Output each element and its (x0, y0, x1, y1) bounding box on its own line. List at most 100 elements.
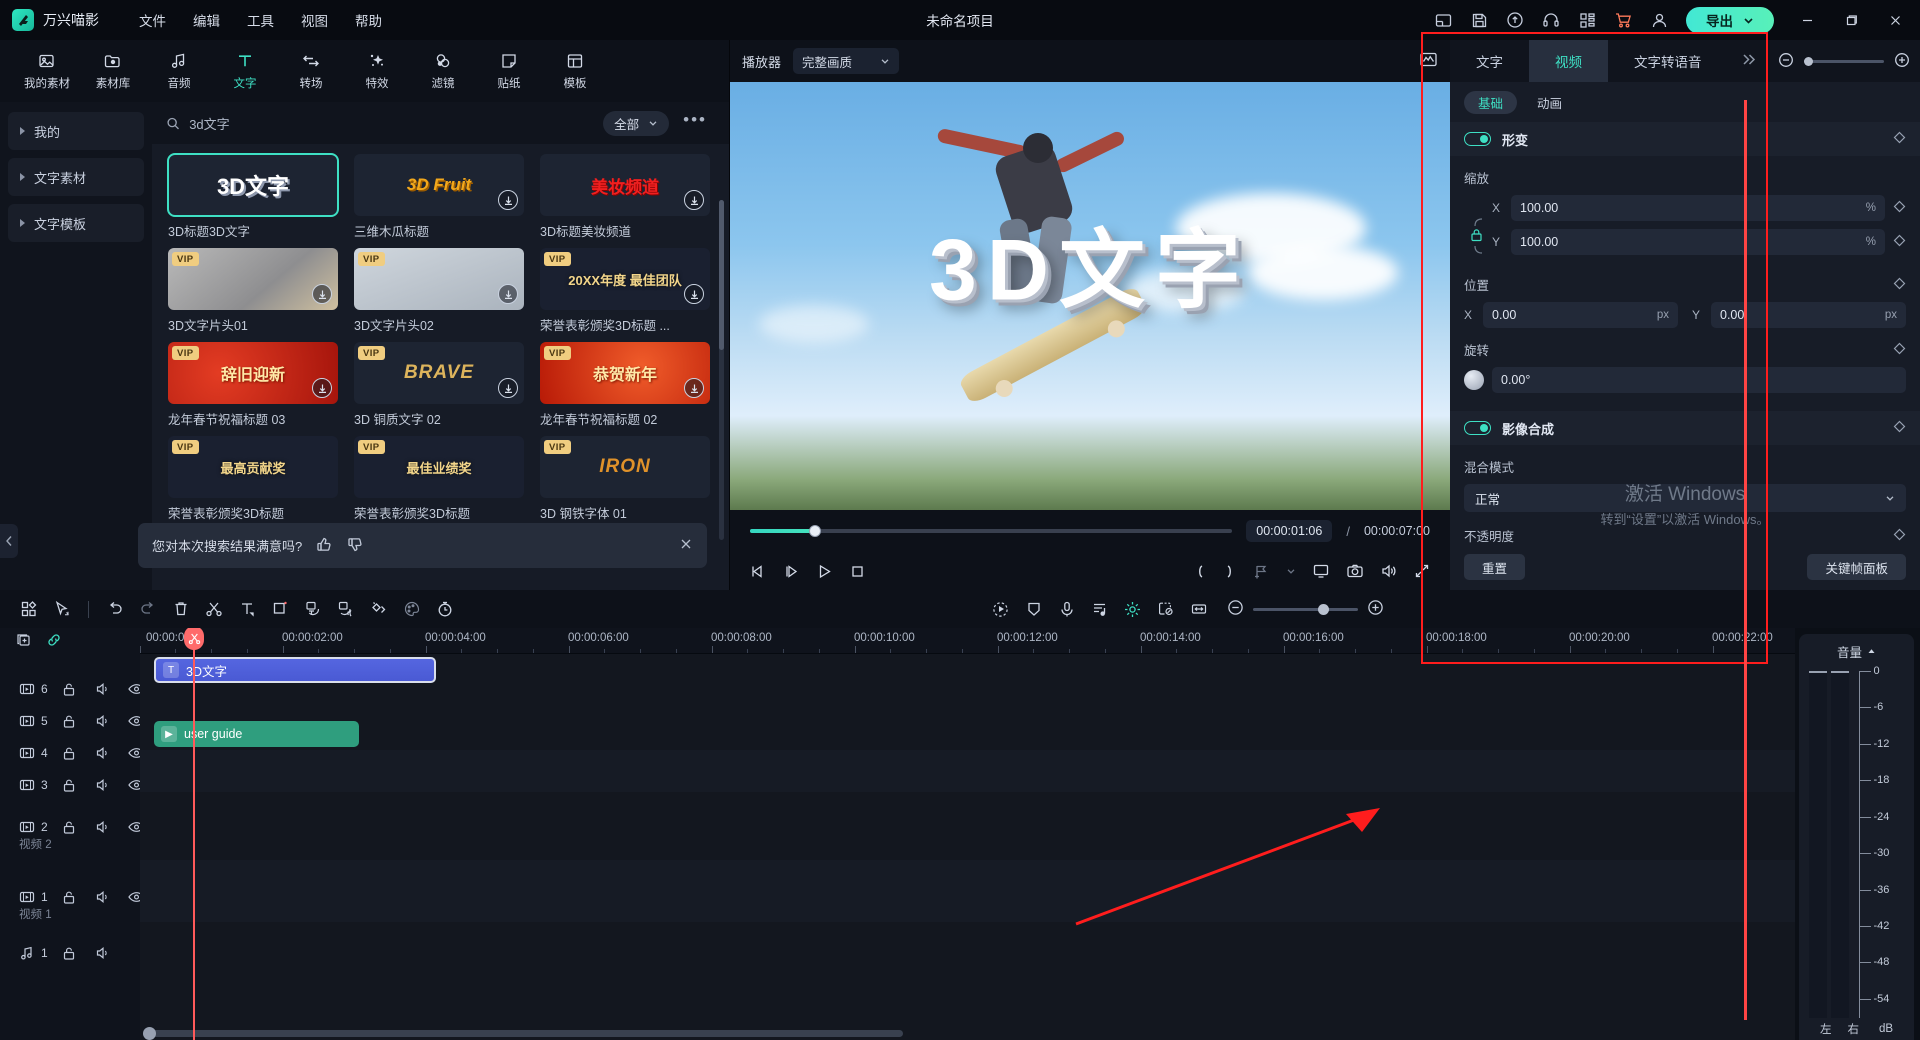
chevrons-right-icon[interactable] (1740, 51, 1757, 71)
auto-caption-icon[interactable] (298, 595, 328, 623)
transform-toggle[interactable] (1464, 132, 1491, 146)
cloud-upload-icon[interactable] (1498, 4, 1532, 36)
asset-card[interactable]: VIP 最佳业绩奖 荣誉表彰颁奖3D标题 (354, 436, 524, 522)
download-icon[interactable] (684, 378, 704, 398)
search-input[interactable] (189, 116, 593, 131)
scale-y-input[interactable]: 100.00 % (1511, 229, 1885, 255)
rotate-input[interactable]: 0.00° (1492, 367, 1906, 393)
grid-apps-icon[interactable] (1570, 4, 1604, 36)
subtab-basic[interactable]: 基础 (1464, 91, 1517, 114)
tts-icon[interactable] (331, 595, 361, 623)
account-icon[interactable] (1642, 4, 1676, 36)
layout-icon[interactable] (1426, 4, 1460, 36)
select-tool-icon[interactable] (47, 595, 77, 623)
mask-icon[interactable] (1019, 595, 1049, 623)
timeline-playhead[interactable] (193, 628, 195, 1040)
mute-icon[interactable] (90, 942, 116, 964)
mute-icon[interactable] (90, 710, 116, 732)
keyframe-diamond-icon[interactable] (1893, 420, 1906, 436)
split-cursor-icon[interactable] (184, 628, 204, 650)
add-track-icon[interactable] (16, 632, 32, 651)
prev-frame-icon[interactable] (750, 563, 767, 580)
keyframe-panel-button[interactable]: 关键帧面板 (1807, 554, 1906, 580)
keyframe-diamond-icon[interactable] (1893, 131, 1906, 147)
color-match-icon[interactable] (364, 595, 394, 623)
keyframe-diamond-icon[interactable] (1893, 277, 1906, 293)
sidebar-item-text-assets[interactable]: 文字素材 (8, 158, 144, 196)
play-icon[interactable] (816, 563, 833, 580)
track-lane-a1[interactable] (140, 922, 1795, 962)
rotation-dial[interactable] (1464, 370, 1484, 390)
quality-dropdown[interactable]: 完整画质 (793, 48, 899, 74)
keyframe-diamond-icon[interactable] (1893, 342, 1906, 358)
timeline-clip-video[interactable]: ▶ user guide (154, 721, 359, 747)
voice-record-icon[interactable] (1052, 595, 1082, 623)
position-x-input[interactable]: 0.00 px (1483, 302, 1678, 328)
playback-progress-slider[interactable] (750, 529, 1232, 533)
redo-icon[interactable] (133, 595, 163, 623)
tab-text-props[interactable]: 文字 (1450, 40, 1529, 82)
download-icon[interactable] (498, 284, 518, 304)
project-settings-icon[interactable] (14, 595, 44, 623)
zoom-in-icon[interactable] (1367, 599, 1384, 619)
speed-icon[interactable] (430, 595, 460, 623)
zoom-out-icon[interactable] (1778, 52, 1794, 71)
download-icon[interactable] (498, 378, 518, 398)
link-icon[interactable] (46, 632, 62, 651)
asset-card[interactable]: VIP IRON 3D 钢铁字体 01 (540, 436, 710, 522)
window-minimize-button[interactable] (1786, 0, 1828, 40)
tab-stock-library[interactable]: 素材库 (82, 47, 144, 95)
timeline-clip-text[interactable]: T 3D文字 (154, 657, 436, 683)
timeline-ruler[interactable]: 00:00:00 00:00:02:00 00:00:04:00 00:00:0… (140, 628, 1795, 654)
zoom-in-icon[interactable] (1894, 52, 1910, 71)
beat-detect-icon[interactable] (1085, 595, 1115, 623)
video-stage[interactable]: 3D文字 (730, 82, 1450, 510)
asset-card[interactable]: 3D文字 3D标题3D文字 (168, 154, 338, 240)
tab-my-media[interactable]: 我的素材 (16, 47, 78, 95)
timeline-zoom-slider[interactable] (1253, 608, 1358, 611)
expand-icon[interactable] (1414, 563, 1430, 579)
delete-icon[interactable] (166, 595, 196, 623)
undo-icon[interactable] (100, 595, 130, 623)
thumbs-down-icon[interactable] (347, 536, 364, 556)
current-time[interactable]: 00:00:01:06 (1246, 520, 1332, 542)
download-icon[interactable] (498, 190, 518, 210)
timeline-hscrollbar[interactable] (140, 1030, 1795, 1037)
asset-card[interactable]: VIP 20XX年度 最佳团队 荣誉表彰颁奖3D标题 ... (540, 248, 710, 334)
menu-view[interactable]: 视图 (289, 5, 340, 35)
asset-card[interactable]: VIP 辞旧迎新 龙年春节祝福标题 03 (168, 342, 338, 428)
chevron-down-icon[interactable] (1286, 566, 1296, 576)
palette-icon[interactable] (397, 595, 427, 623)
library-scrollbar[interactable] (719, 200, 724, 540)
cart-icon[interactable] (1606, 4, 1640, 36)
asset-card[interactable]: 美妆频道 3D标题美妆频道 (540, 154, 710, 240)
subtab-animation[interactable]: 动画 (1523, 91, 1576, 114)
asset-card[interactable]: VIP 3D文字片头01 (168, 248, 338, 334)
mute-icon[interactable] (90, 886, 116, 908)
text-tool-icon[interactable] (232, 595, 262, 623)
volume-icon[interactable] (1380, 562, 1398, 580)
mute-icon[interactable] (90, 816, 116, 838)
asset-card[interactable]: 3D Fruit 三维木瓜标题 (354, 154, 524, 240)
sidebar-item-mine[interactable]: 我的 (8, 112, 144, 150)
highlight-icon[interactable] (1118, 595, 1148, 623)
headset-icon[interactable] (1534, 4, 1568, 36)
asset-card[interactable]: VIP BRAVE 3D 铜质文字 02 (354, 342, 524, 428)
download-icon[interactable] (312, 284, 332, 304)
tab-video-props[interactable]: 视频 (1529, 40, 1608, 82)
reset-button[interactable]: 重置 (1464, 554, 1525, 580)
search-box[interactable] (166, 116, 593, 131)
track-lane-v2[interactable] (140, 792, 1795, 860)
menu-file[interactable]: 文件 (127, 5, 178, 35)
scale-x-input[interactable]: 100.00 % (1511, 195, 1885, 221)
lock-icon[interactable] (56, 886, 82, 908)
stop-icon[interactable] (849, 563, 866, 580)
position-y-input[interactable]: 0.00 px (1711, 302, 1906, 328)
asset-card[interactable]: VIP 3D文字片头02 (354, 248, 524, 334)
green-screen-icon[interactable] (1151, 595, 1181, 623)
download-icon[interactable] (684, 284, 704, 304)
keyframe-diamond-icon[interactable] (1893, 234, 1906, 250)
fullscreen-monitor-icon[interactable] (1312, 562, 1330, 580)
mark-out-icon[interactable] (1223, 563, 1237, 580)
track-lane-v6[interactable]: T 3D文字 (140, 654, 1795, 686)
